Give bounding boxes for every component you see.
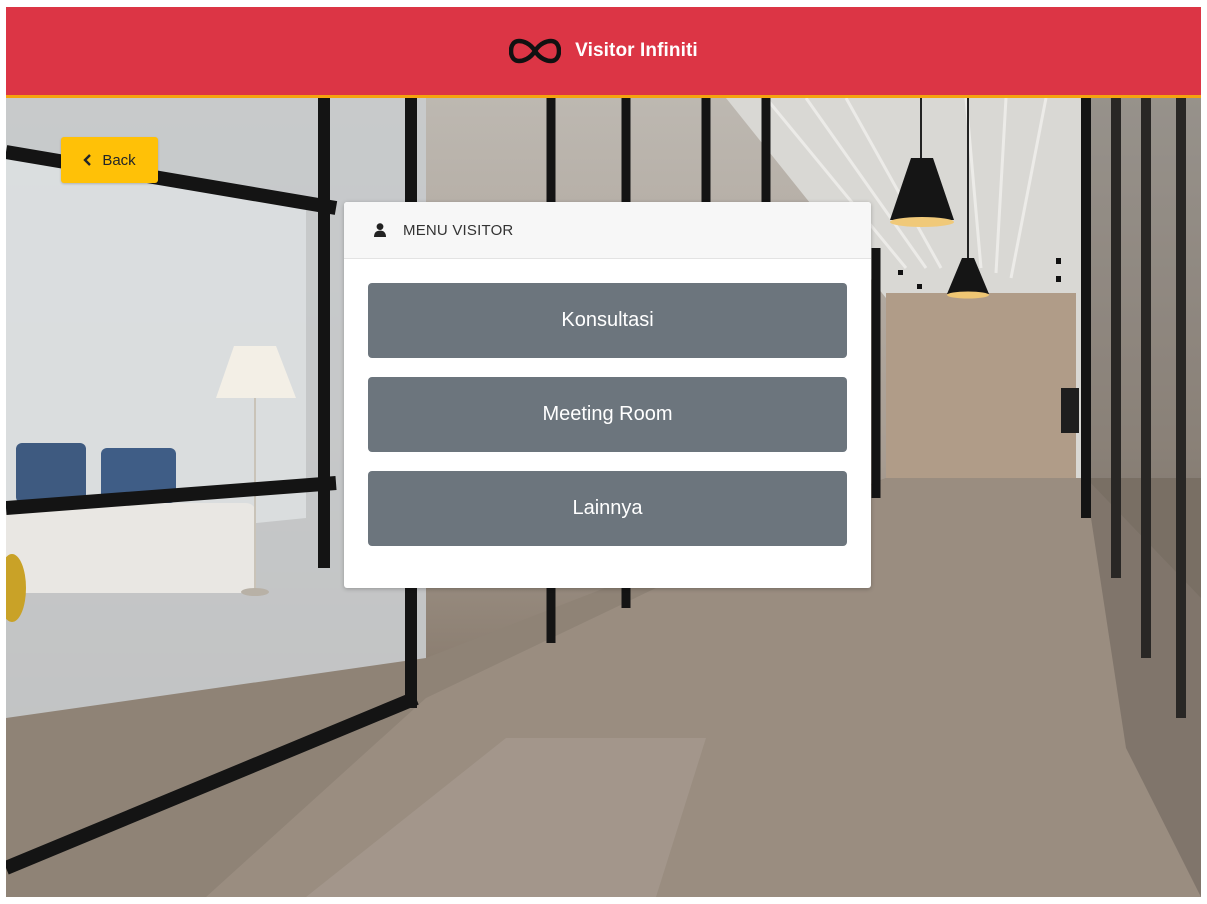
chevron-left-icon: [83, 154, 92, 166]
meeting-room-button[interactable]: Meeting Room: [368, 377, 847, 452]
lainnya-button[interactable]: Lainnya: [368, 471, 847, 546]
app-title: Visitor Infiniti: [575, 40, 698, 61]
infinity-icon: [509, 38, 562, 64]
back-button-label: Back: [102, 151, 136, 169]
konsultasi-button[interactable]: Konsultasi: [368, 283, 847, 358]
card-header: MENU VISITOR: [344, 202, 871, 259]
card-title: MENU VISITOR: [403, 221, 514, 239]
user-icon: [374, 223, 386, 237]
back-button[interactable]: Back: [61, 137, 158, 183]
top-navbar: Visitor Infiniti: [6, 7, 1201, 98]
app-frame: Visitor Infiniti Back MENU VISITOR Konsu…: [6, 7, 1201, 897]
visitor-menu-card: MENU VISITOR Konsultasi Meeting Room Lai…: [344, 202, 871, 588]
